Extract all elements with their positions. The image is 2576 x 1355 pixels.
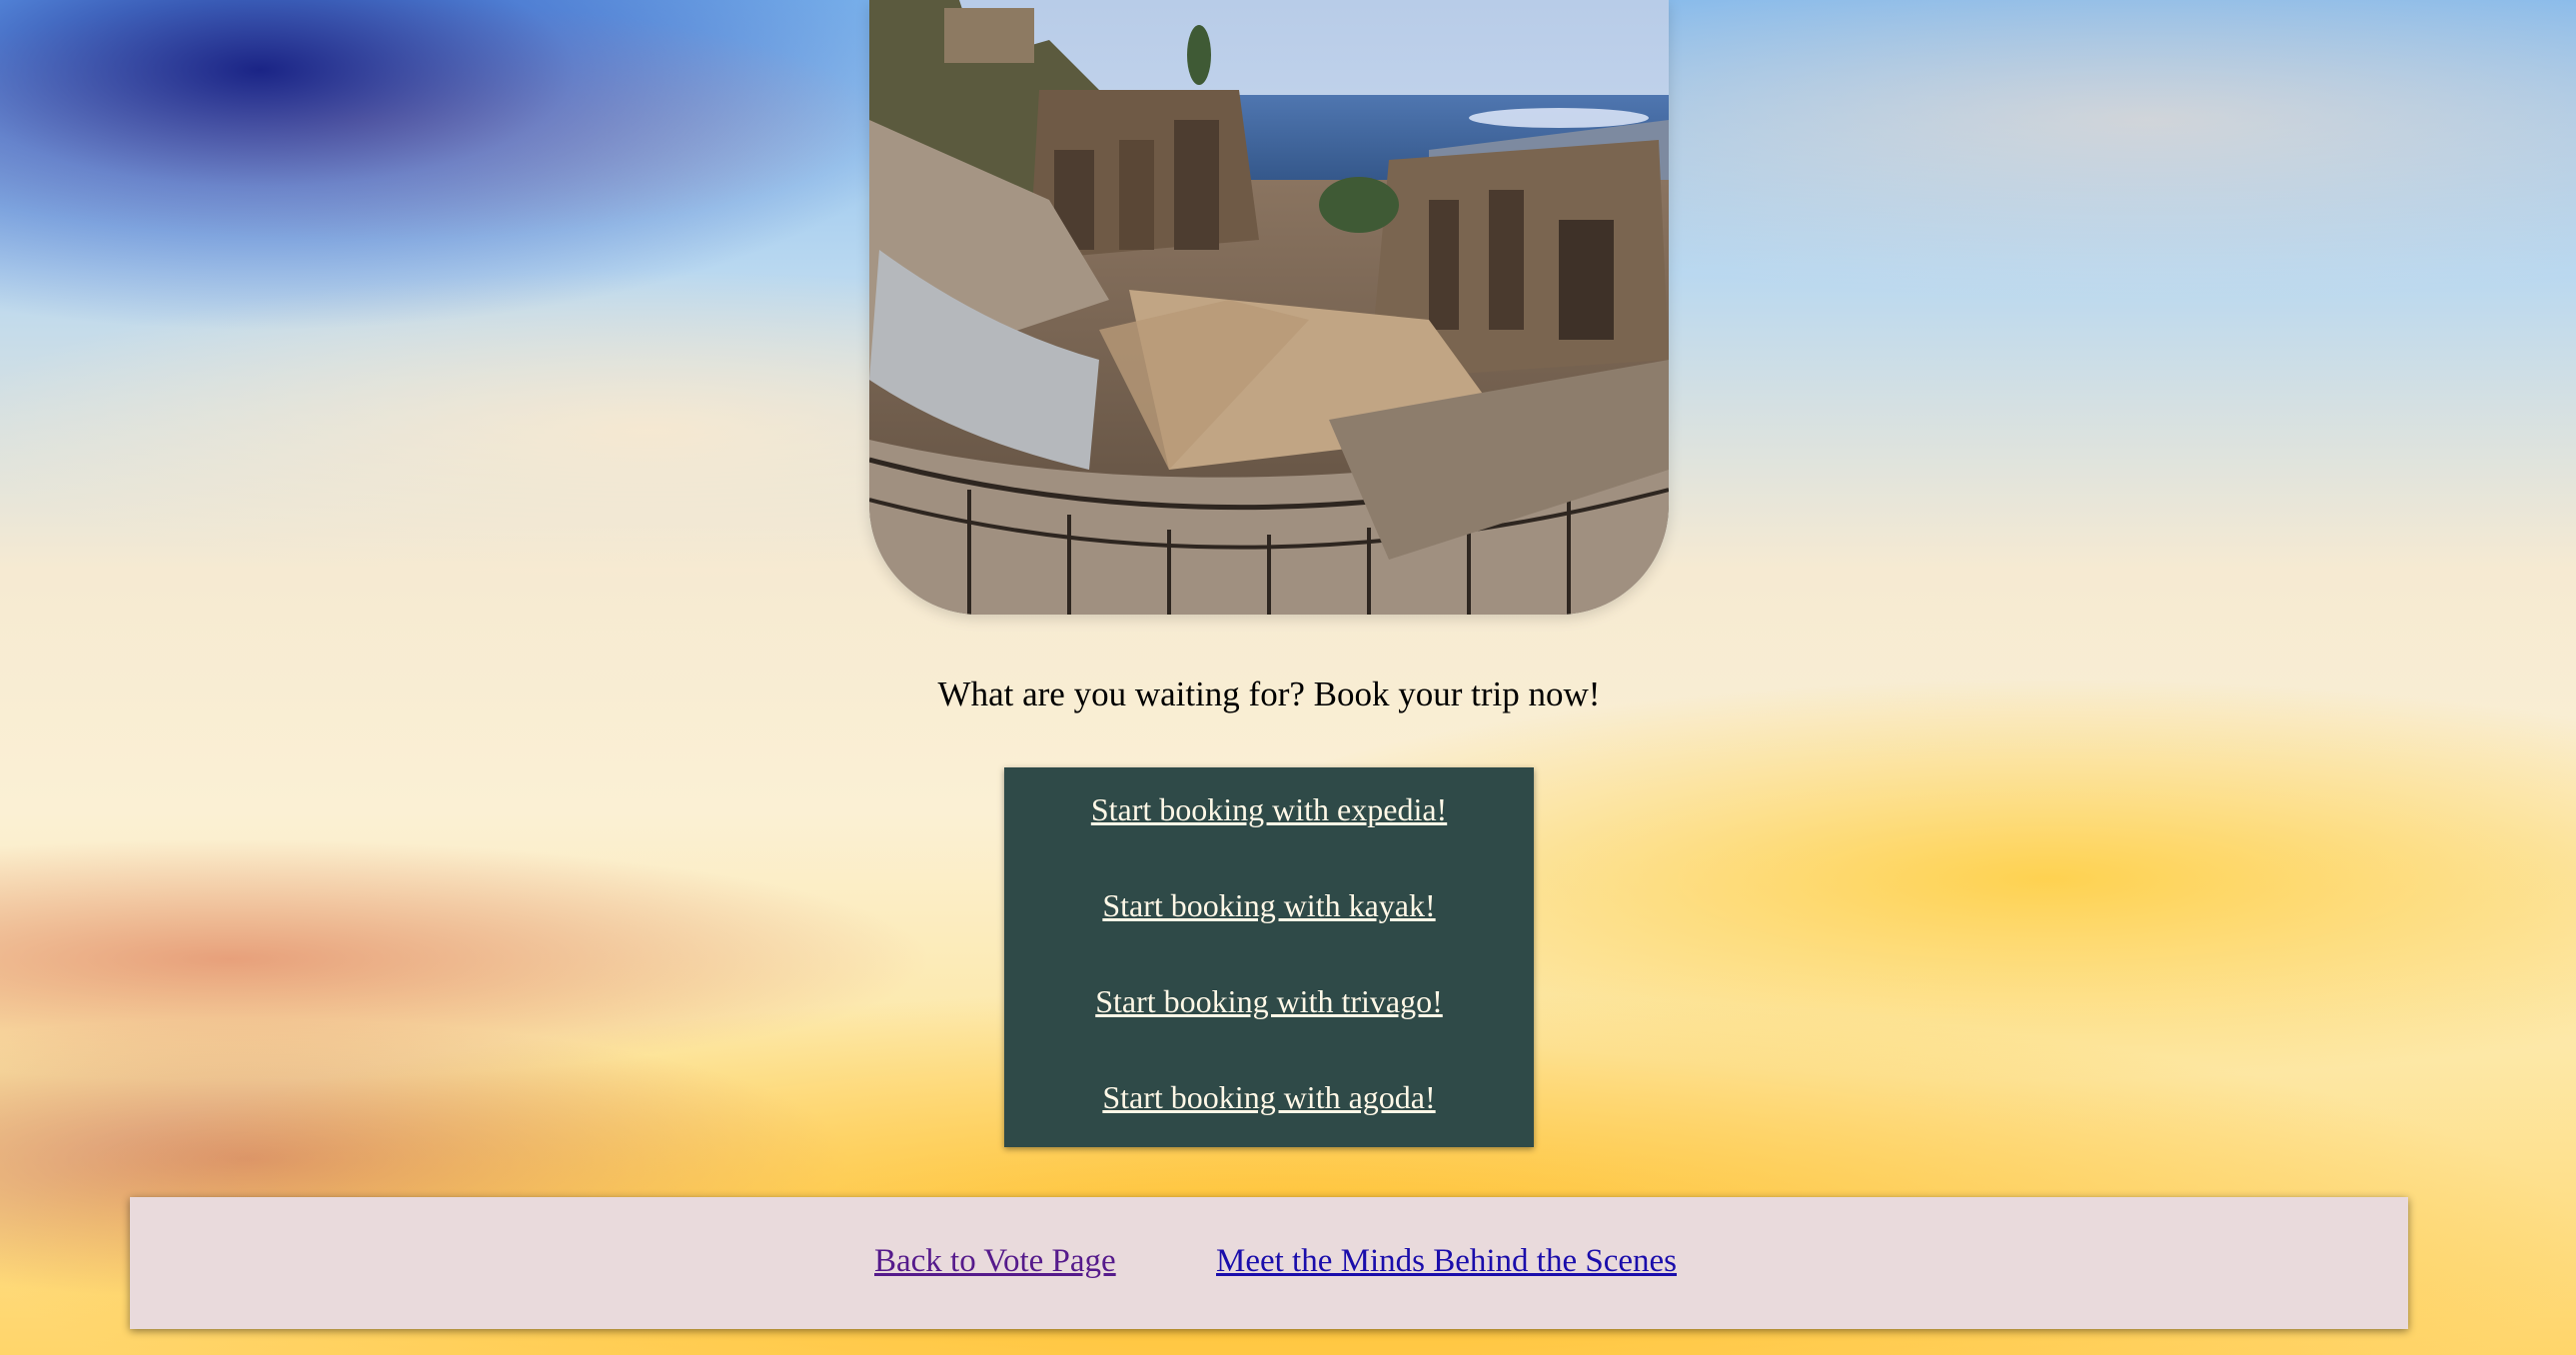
kayak-link[interactable]: Start booking with kayak! bbox=[1004, 887, 1534, 924]
footer-nav: Back to Vote Page Meet the Minds Behind … bbox=[130, 1197, 2408, 1329]
back-to-vote-link[interactable]: Back to Vote Page bbox=[874, 1243, 1116, 1280]
trivago-link[interactable]: Start booking with trivago! bbox=[1004, 983, 1534, 1020]
agoda-link[interactable]: Start booking with agoda! bbox=[1004, 1079, 1534, 1116]
meet-the-minds-link[interactable]: Meet the Minds Behind the Scenes bbox=[1216, 1243, 1677, 1280]
booking-links-panel: Start booking with expedia! Start bookin… bbox=[1004, 767, 1534, 1147]
hero-image bbox=[869, 0, 1669, 615]
cta-heading: What are you waiting for? Book your trip… bbox=[937, 675, 1601, 713]
theatre-photo bbox=[869, 0, 1669, 615]
expedia-link[interactable]: Start booking with expedia! bbox=[1004, 791, 1534, 828]
